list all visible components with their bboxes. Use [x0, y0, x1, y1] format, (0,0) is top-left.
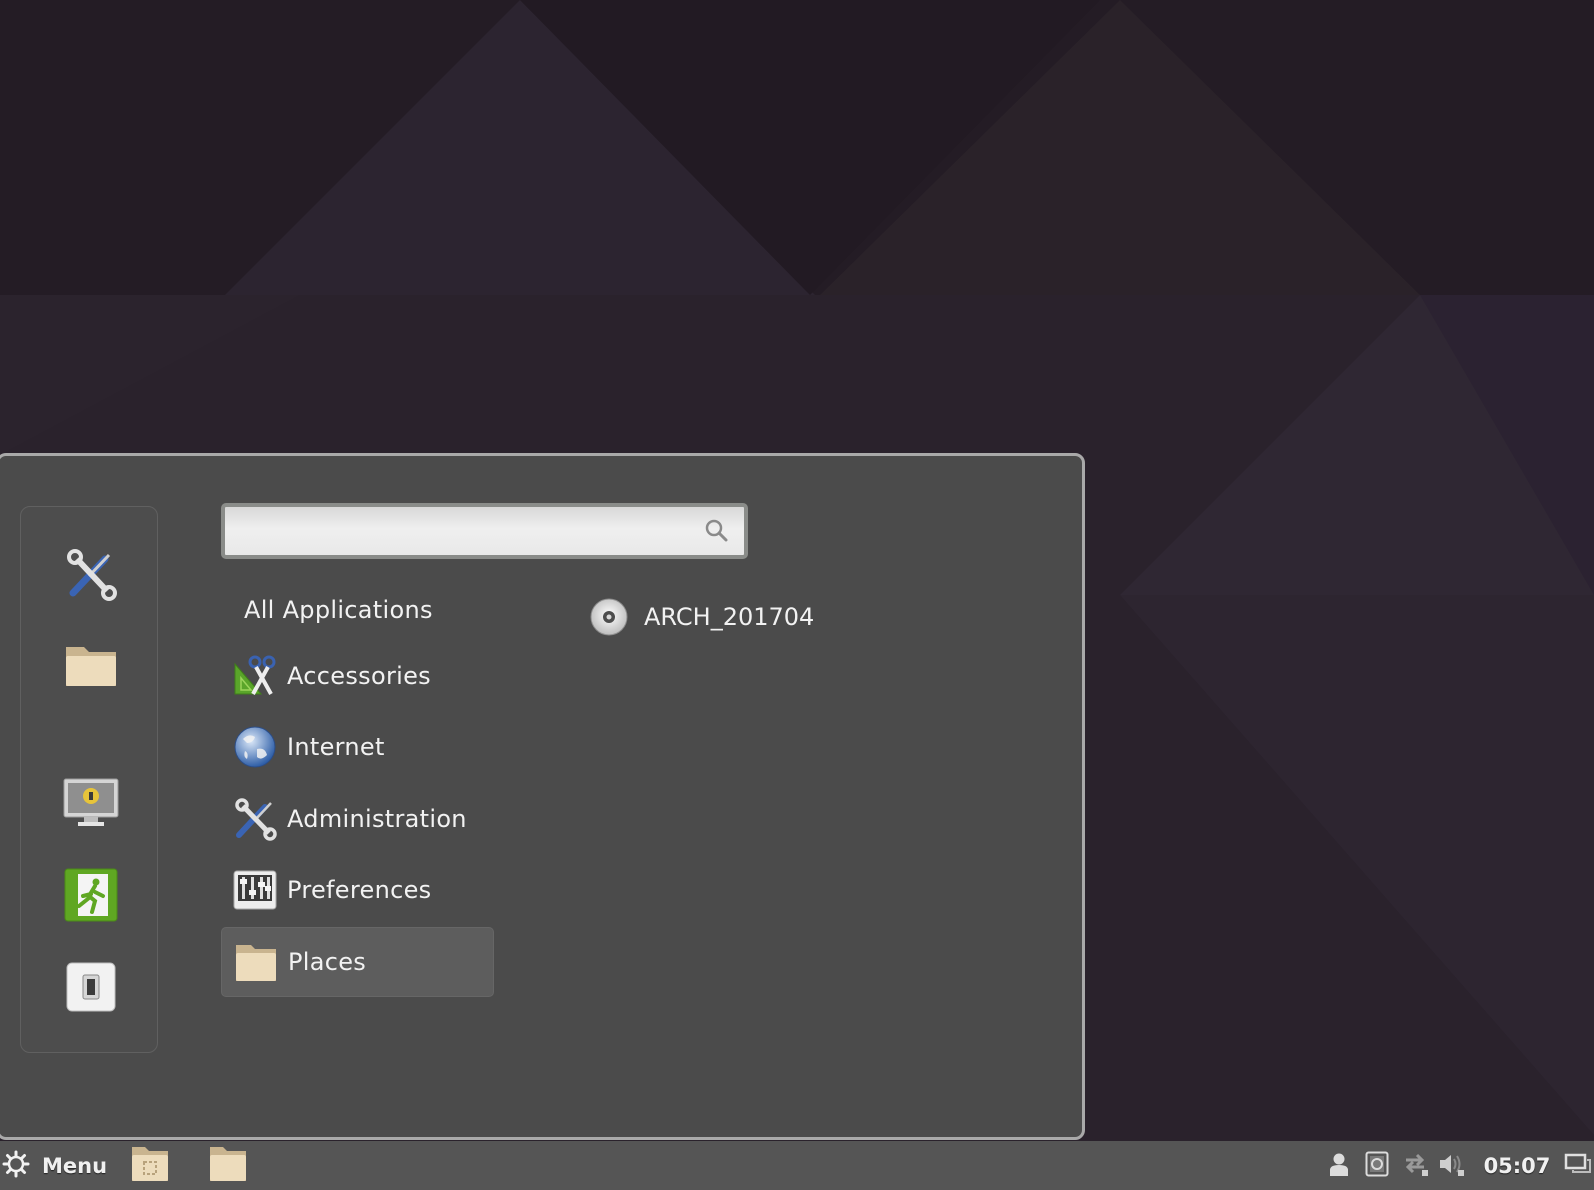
search-icon[interactable] [704, 518, 730, 548]
category-administration[interactable]: Administration [221, 784, 494, 854]
wallpaper-shape [1420, 295, 1594, 595]
lock-screen-icon [62, 777, 120, 833]
category-preferences[interactable]: Preferences [221, 855, 494, 925]
globe-icon [233, 725, 277, 769]
tray-network[interactable] [1400, 1141, 1432, 1190]
favorite-logout[interactable] [63, 868, 119, 926]
place-label: ARCH_201704 [644, 603, 815, 631]
category-all-applications[interactable]: All Applications [221, 575, 494, 645]
launcher-folder[interactable] [206, 1146, 250, 1186]
wallpaper-shape [1120, 595, 1594, 1135]
accessories-icon [233, 654, 277, 698]
category-label: Places [288, 948, 367, 976]
removable-drive-icon [1365, 1151, 1389, 1181]
folder-icon [234, 940, 278, 984]
tools-icon [63, 547, 119, 607]
favorite-system-tools[interactable] [63, 549, 119, 605]
wallpaper-shape [0, 295, 300, 455]
clock-time: 05:07 [1483, 1153, 1551, 1178]
favorites-sidebar [20, 506, 158, 1053]
clock[interactable]: 05:07 [1478, 1141, 1556, 1190]
search-field[interactable] [221, 503, 748, 559]
folder-home-icon [130, 1145, 170, 1187]
tray-volume[interactable] [1436, 1141, 1468, 1190]
volume-muted-icon [1438, 1151, 1466, 1181]
optical-disc-icon [588, 596, 630, 638]
place-item[interactable]: ARCH_201704 [588, 592, 814, 642]
category-internet[interactable]: Internet [221, 712, 494, 782]
category-label: All Applications [244, 596, 433, 624]
tray-user[interactable] [1326, 1141, 1352, 1190]
user-icon [1329, 1152, 1349, 1180]
favorite-shutdown[interactable] [63, 961, 119, 1017]
tools-icon [233, 797, 277, 841]
power-switch-icon [65, 961, 117, 1017]
taskbar: Menu 05:07 [0, 1141, 1594, 1190]
category-accessories[interactable]: Accessories [221, 641, 494, 711]
show-desktop-icon [1564, 1152, 1592, 1180]
preferences-icon [233, 868, 277, 912]
search-input[interactable] [231, 511, 695, 553]
favorite-files[interactable] [63, 639, 119, 695]
favorite-lock-screen[interactable] [63, 777, 119, 833]
menu-button[interactable]: Menu [2, 1141, 107, 1190]
tray-removable-drive[interactable] [1362, 1141, 1392, 1190]
network-icon [1402, 1151, 1430, 1181]
gear-icon [2, 1150, 30, 1182]
category-label: Administration [287, 805, 467, 833]
wallpaper-shape [820, 0, 1420, 295]
category-label: Accessories [287, 662, 431, 690]
folder-icon [208, 1145, 248, 1187]
folder-icon [63, 637, 119, 697]
launcher-home-folder[interactable] [128, 1146, 172, 1186]
exit-icon [64, 868, 118, 926]
menu-label: Menu [42, 1153, 108, 1178]
category-places[interactable]: Places [221, 927, 494, 997]
show-desktop-button[interactable] [1562, 1141, 1594, 1190]
category-label: Internet [287, 733, 385, 761]
category-label: Preferences [287, 876, 432, 904]
